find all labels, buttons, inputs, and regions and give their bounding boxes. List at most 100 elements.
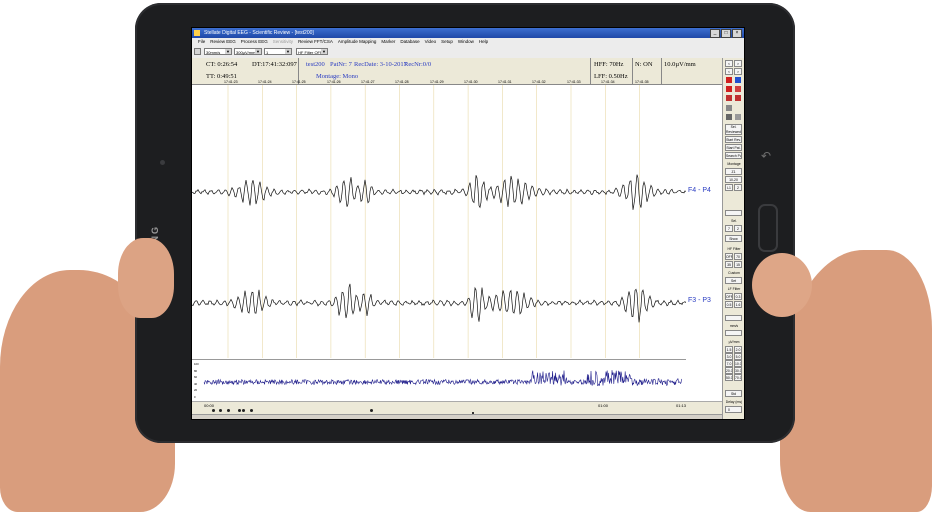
event-marker[interactable] [250, 409, 253, 412]
search-pat-button[interactable]: Search Pat. [725, 152, 742, 159]
montage-select[interactable] [725, 210, 742, 216]
lf-16-button[interactable]: 1.6 [734, 301, 742, 308]
time-tick: 17:41:29 [430, 80, 444, 84]
stop-icon[interactable] [726, 77, 732, 83]
uvmm-label: µV/mm [728, 340, 740, 344]
channel-label-f4-p4[interactable]: F4 - P4 [688, 187, 711, 194]
record-icon[interactable] [726, 86, 732, 92]
gain-1-5-button[interactable]: 1.5 [725, 346, 733, 353]
event-marker[interactable] [238, 409, 241, 412]
menu-file[interactable]: File [198, 38, 205, 46]
hf-off-button[interactable]: OFF [725, 253, 733, 260]
montage-2-button[interactable]: 2 [734, 184, 742, 191]
menu-help[interactable]: Help [479, 38, 488, 46]
time-start: 00:00 [204, 403, 215, 408]
delay-input[interactable]: 0 [725, 406, 742, 413]
menu-sensitivity[interactable]: Sensitivity [273, 38, 293, 46]
gain-2-button[interactable]: 2.0 [734, 346, 742, 353]
menu-window[interactable]: Window [458, 38, 474, 46]
hf-filter-select[interactable]: HF Filter OFF ▼ [296, 48, 328, 55]
time-scrollbar[interactable]: 00:00 01:00 01:13 [192, 401, 722, 419]
page-select[interactable]: 1 ▼ [264, 48, 292, 55]
menu-review-eeg[interactable]: Review EEG [210, 38, 236, 46]
nav-prev-page-button[interactable]: < [725, 68, 733, 75]
tablet-screen: Stellate Digital EEG - Scientific Review… [191, 27, 745, 420]
time-tick: 17:41:28 [395, 80, 409, 84]
zoom-icon[interactable] [726, 105, 732, 111]
nav-prev-button[interactable]: < [725, 60, 733, 67]
start-pat-button[interactable]: Start Pat. [725, 144, 742, 151]
montage-l1-button[interactable]: L1 [725, 184, 733, 191]
minimize-button[interactable]: _ [710, 29, 720, 38]
start-rev-button[interactable]: Start Rev. [725, 136, 742, 143]
menu-video[interactable]: Video [425, 38, 436, 46]
gain-30-button[interactable]: 30.0 [734, 367, 742, 374]
mms-select[interactable] [725, 330, 742, 336]
nav-next-page-button[interactable]: > [734, 68, 742, 75]
event-marker[interactable] [212, 409, 215, 412]
menu-marker[interactable]: Marker [381, 38, 395, 46]
gain-7-button[interactable]: 7.0 [725, 360, 733, 367]
back-arrow-icon[interactable]: ↶ [760, 150, 772, 162]
sel-2-button[interactable]: 2 [734, 225, 742, 232]
eeg-plot[interactable] [192, 85, 687, 358]
std-button[interactable]: Std [725, 390, 742, 397]
gain-70-button[interactable]: 70.0 [734, 374, 742, 381]
copy-icon[interactable] [735, 114, 741, 120]
hf-35-button[interactable]: 35 [725, 261, 733, 268]
lf-05-button[interactable]: 0.5 [725, 301, 733, 308]
gain-10-button[interactable]: 10.0 [734, 360, 742, 367]
delay-label: Delay (ms) [725, 400, 743, 404]
sel-7-button[interactable]: 7 [725, 225, 733, 232]
speed-select[interactable]: 30mm/s ▼ [204, 48, 232, 55]
home-button[interactable] [758, 204, 778, 252]
time-tick: 17:41:35 [635, 80, 649, 84]
nav-next-button[interactable]: > [734, 60, 742, 67]
time-tick: 17:41:27 [361, 80, 375, 84]
menu-bar: File Review EEG Process EEG Sensitivity … [192, 38, 744, 46]
menu-review-fft[interactable]: Review FFT/CSA [298, 38, 333, 46]
lf-03-button[interactable]: 0.3 [734, 293, 742, 300]
flag-icon[interactable] [735, 95, 741, 101]
show-button[interactable]: Show [725, 235, 742, 242]
menu-setup[interactable]: Setup [441, 38, 453, 46]
channel-label-f3-p3[interactable]: F3 - P3 [688, 297, 711, 304]
maximize-button[interactable]: □ [721, 29, 731, 38]
horizontal-scrollbar[interactable] [192, 414, 722, 419]
event-marker[interactable] [242, 409, 245, 412]
trend-overview[interactable]: 100 80 60 40 20 0 [192, 359, 686, 402]
time-tick: 17:41:31 [498, 80, 512, 84]
print-icon[interactable] [726, 114, 732, 120]
gain-5-button[interactable]: 5.0 [734, 353, 742, 360]
event-marker[interactable] [219, 409, 222, 412]
patient-number: PatNr: 7 [330, 61, 352, 68]
gain-select[interactable]: 300µV/mm ▼ [234, 48, 262, 55]
close-button[interactable]: × [732, 29, 742, 38]
mark-icon[interactable] [726, 95, 732, 101]
menu-process-eeg[interactable]: Process EEG [241, 38, 268, 46]
montage-z1-button[interactable]: Z1 [725, 168, 742, 175]
time-tick: 17:41:33 [567, 80, 581, 84]
play-icon[interactable] [735, 77, 741, 83]
montage-1020-button[interactable]: 10-20 [725, 176, 742, 183]
lf-off-button[interactable]: OFF [725, 293, 733, 300]
left-thumb [118, 238, 174, 318]
window-titlebar: Stellate Digital EEG - Scientific Review… [192, 28, 744, 38]
toolbar-icon[interactable] [194, 48, 201, 55]
menu-amplitude-mapping[interactable]: Amplitude Mapping [338, 38, 377, 46]
hf-15-button[interactable]: 15 [734, 261, 742, 268]
hf-70-button[interactable]: 70 [734, 253, 742, 260]
gain-50-button[interactable]: 50.0 [725, 374, 733, 381]
gain-20-button[interactable]: 20.0 [725, 367, 733, 374]
event-marker[interactable] [370, 409, 373, 412]
montage-panel-label: Montage [727, 162, 741, 166]
gain-3-button[interactable]: 3.0 [725, 353, 733, 360]
eeg-trace-f3-p3 [192, 283, 687, 323]
speed-select[interactable] [725, 315, 742, 321]
sensitivity-value: 10.0µV/mm [664, 61, 696, 68]
custom-set-button[interactable]: Set [725, 277, 742, 284]
menu-database[interactable]: Database [400, 38, 419, 46]
rewind-icon[interactable] [735, 86, 741, 92]
event-marker[interactable] [227, 409, 230, 412]
sel-reviewed-button[interactable]: Sel. Reviewed [725, 124, 742, 135]
